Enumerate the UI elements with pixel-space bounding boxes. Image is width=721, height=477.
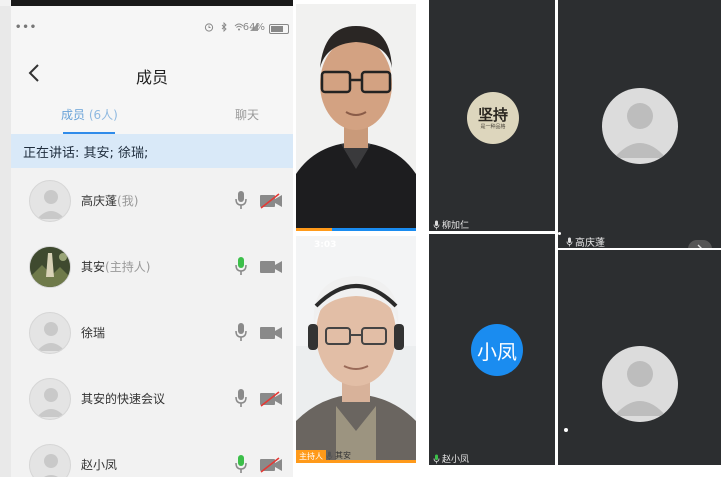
microphone-icon[interactable] [234, 322, 248, 342]
audio-level-bar [296, 228, 332, 231]
participant-label: 柳加仁 [433, 218, 469, 231]
microphone-icon[interactable] [234, 190, 248, 210]
default-avatar-icon [602, 346, 678, 422]
tab-members[interactable]: 成员 (6人) [61, 106, 118, 123]
tab-bar: 成员 (6人) 聊天 [11, 102, 293, 134]
person-silhouette-icon [614, 103, 666, 158]
tab-chat[interactable]: 聊天 [235, 106, 259, 123]
member-name-text: 其安 [81, 260, 106, 274]
participant-name: 赵小凤 [442, 455, 470, 465]
member-name-text: 高庆蓬 [81, 194, 118, 208]
participant-label: 高庆蓬 [566, 234, 605, 248]
member-name: 其安(主持人) [81, 258, 150, 275]
video-tile-zhao[interactable]: 小凤 赵小凤 [429, 234, 555, 465]
camera-off-icon[interactable] [259, 193, 283, 209]
tab-members-label: 成员 [61, 108, 86, 122]
participant-video [296, 236, 416, 463]
page-dot [564, 428, 568, 432]
participant-name: 高庆蓬 [575, 238, 605, 248]
microphone-active-icon [433, 454, 440, 463]
member-list: 高庆蓬(我) 其安(主持人) 徐瑞 其安的快速会议 赵小凤 [11, 168, 293, 477]
next-page-button[interactable] [688, 240, 712, 248]
active-speaker-bar [296, 460, 416, 463]
member-name-text: 其安的快速会议 [81, 392, 166, 406]
microphone-icon [566, 237, 573, 246]
bottom-strip [293, 465, 721, 477]
status-dots: ••• [15, 22, 38, 33]
person-silhouette-icon [614, 361, 666, 416]
avatar [29, 444, 71, 477]
member-role: (主持人) [105, 260, 151, 274]
member-row[interactable]: 徐瑞 [11, 300, 293, 366]
default-avatar-icon [37, 190, 65, 219]
page-title: 成员 [135, 68, 168, 87]
member-role: (我) [117, 194, 139, 208]
avatar [29, 312, 71, 354]
video-tile-speaker[interactable] [296, 4, 416, 231]
avatar: 坚持 是一种品格 [467, 92, 519, 144]
app-window: ••• 64% 成员 成员 (6人) 聊天 正在讲话: 其安; 徐瑞; 高庆蓬(… [11, 6, 293, 477]
battery-icon [269, 24, 289, 34]
camera-off-icon[interactable] [259, 391, 283, 407]
default-avatar-icon [37, 388, 65, 417]
default-avatar-icon [602, 88, 678, 164]
avatar [29, 246, 71, 288]
page-dot [558, 232, 561, 235]
speaking-banner: 正在讲话: 其安; 徐瑞; [11, 134, 293, 168]
avatar: 小凤 [471, 324, 523, 376]
chevron-right-icon [697, 244, 702, 248]
member-row[interactable]: 赵小凤 [11, 432, 293, 477]
member-row[interactable]: 其安(主持人) [11, 234, 293, 300]
participant-video [296, 4, 416, 231]
camera-icon[interactable] [259, 259, 283, 275]
participant-name: 柳加仁 [442, 221, 470, 231]
member-name: 其安的快速会议 [81, 390, 165, 407]
microphone-icon[interactable] [234, 388, 248, 408]
microphone-icon [433, 220, 440, 229]
left-edge [0, 6, 11, 477]
member-name: 徐瑞 [81, 324, 105, 341]
microphone-active-icon[interactable] [234, 454, 248, 474]
avatar [29, 180, 71, 222]
tab-members-count: (6人) [88, 108, 118, 122]
microphone-active-icon[interactable] [234, 256, 248, 276]
member-name: 赵小凤 [81, 456, 117, 473]
participant-label: 赵小凤 [433, 452, 469, 465]
member-row[interactable]: 其安的快速会议 [11, 366, 293, 432]
member-row[interactable]: 高庆蓬(我) [11, 168, 293, 234]
logo-sub-text: 是一种品格 [480, 123, 506, 130]
alarm-icon [204, 23, 214, 32]
video-tile-liu[interactable]: 坚持 是一种品格 柳加仁 [429, 0, 555, 231]
camera-off-icon[interactable] [259, 457, 283, 473]
nav-bar: 成员 [11, 56, 293, 92]
member-panel: ••• 64% 成员 成员 (6人) 聊天 正在讲话: 其安; 徐瑞; 高庆蓬(… [0, 0, 293, 477]
bluetooth-icon [221, 22, 227, 32]
battery-level: 64% [242, 22, 265, 33]
video-tile-host[interactable]: 3:03 主持人 其安 [296, 236, 416, 463]
logo-main-text: 坚持 [477, 105, 508, 124]
default-avatar-icon [37, 322, 65, 351]
status-bar: ••• 64% [11, 20, 293, 38]
video-tile-gao[interactable]: 高庆蓬 [558, 0, 721, 248]
member-name-text: 徐瑞 [81, 326, 106, 340]
camera-icon[interactable] [259, 325, 283, 341]
screen: ••• 64% 成员 成员 (6人) 聊天 正在讲话: 其安; 徐瑞; 高庆蓬(… [0, 0, 721, 477]
video-grid: 坚持 是一种品格 柳加仁 高庆蓬 3:03 主持人 其安 小凤 赵小凤 [293, 0, 721, 477]
member-name: 高庆蓬(我) [81, 192, 138, 209]
default-avatar-icon [44, 454, 58, 477]
meeting-timer: 3:03 [314, 240, 337, 250]
member-name-text: 赵小凤 [81, 458, 118, 472]
avatar [29, 378, 71, 420]
microphone-icon [326, 451, 333, 460]
landscape-avatar-image [30, 247, 70, 287]
video-tile-empty[interactable] [558, 250, 721, 465]
